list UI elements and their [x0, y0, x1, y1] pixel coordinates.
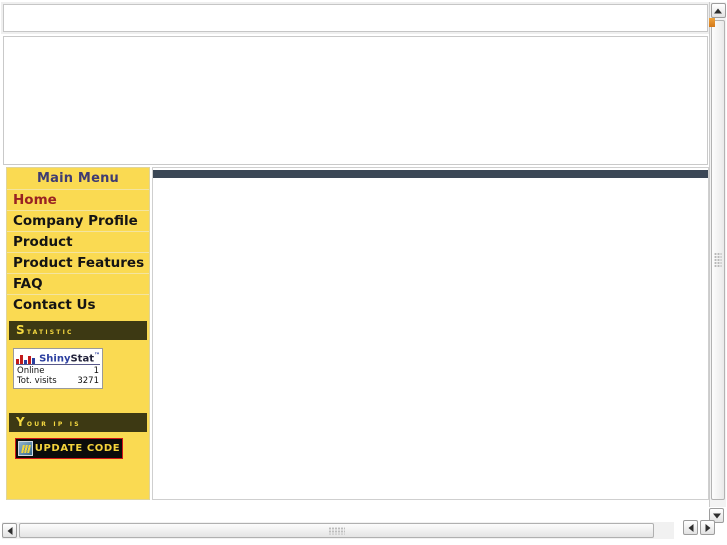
content-header-bar — [153, 170, 708, 178]
sidebar-item-contact-us[interactable]: Contact Us — [7, 294, 149, 315]
update-code-label: UPDATE CODE — [34, 443, 121, 454]
horizontal-scrollbar[interactable] — [2, 522, 674, 539]
chevron-left-icon — [7, 526, 12, 535]
main-content-panel — [152, 167, 709, 500]
chevron-down-icon — [712, 513, 721, 518]
grip-icon — [714, 253, 722, 267]
shinystat-widget[interactable]: ShinyStat™ Online 1 Tot. visits 3271 — [13, 348, 103, 389]
grip-icon — [328, 527, 345, 534]
section-initial: S — [16, 323, 27, 337]
sidebar-item-product[interactable]: Product — [7, 231, 149, 252]
scroll-right-button[interactable] — [700, 520, 715, 535]
section-rest: our IP is — [26, 419, 81, 429]
chevron-right-icon — [705, 523, 710, 532]
update-code-button[interactable]: UPDATE CODE — [15, 438, 123, 459]
browser-viewport: Main Menu Home Company Profile Product P… — [0, 0, 727, 545]
shinystat-brand-first: Shiny — [39, 353, 71, 364]
scroll-left-button-start[interactable] — [2, 523, 17, 538]
stat-value: 1 — [93, 366, 99, 376]
sidebar-item-label: Product Features — [13, 255, 145, 271]
bar-chart-icon — [16, 354, 37, 364]
page-banner-frame — [3, 36, 708, 165]
resize-marker — [709, 18, 715, 27]
shinystat-logo: ShinyStat™ — [16, 351, 100, 365]
horizontal-scrollbar-thumb[interactable] — [19, 523, 654, 538]
section-header-statistic: Statistic — [9, 321, 147, 340]
sidebar: Main Menu Home Company Profile Product P… — [6, 167, 150, 500]
table-row: Online 1 — [16, 366, 100, 376]
vertical-scrollbar[interactable] — [709, 2, 726, 507]
section-rest: tatistic — [26, 327, 74, 337]
sidebar-item-product-features[interactable]: Product Features — [7, 252, 149, 273]
stat-label: Tot. visits — [17, 376, 57, 386]
chevron-up-icon — [714, 8, 722, 13]
scroll-up-button[interactable] — [710, 3, 726, 18]
sidebar-item-home[interactable]: Home — [7, 189, 149, 210]
chevron-left-icon — [688, 523, 693, 532]
sidebar-item-label: Home — [13, 192, 57, 208]
vertical-scrollbar-thumb[interactable] — [711, 20, 725, 500]
table-row: Tot. visits 3271 — [16, 376, 100, 386]
sidebar-item-company-profile[interactable]: Company Profile — [7, 210, 149, 231]
trademark-icon: ™ — [94, 351, 100, 359]
monitor-icon — [18, 441, 33, 456]
page-body: Main Menu Home Company Profile Product P… — [3, 166, 712, 506]
stat-value: 3271 — [77, 376, 99, 386]
shinystat-brand: ShinyStat™ — [39, 350, 100, 364]
sidebar-item-label: Product — [13, 234, 73, 250]
sidebar-item-faq[interactable]: FAQ — [7, 273, 149, 294]
sidebar-item-label: Contact Us — [13, 297, 96, 313]
shinystat-brand-second: Stat — [70, 353, 94, 364]
section-header-your-ip: Your IP is — [9, 413, 147, 432]
sidebar-item-label: Company Profile — [13, 213, 138, 229]
section-initial: Y — [16, 415, 27, 429]
scroll-left-button[interactable] — [683, 520, 698, 535]
address-strip[interactable] — [3, 4, 708, 32]
sidebar-item-label: FAQ — [13, 276, 43, 292]
page-title: Main Menu — [7, 168, 149, 189]
stat-label: Online — [17, 366, 45, 376]
